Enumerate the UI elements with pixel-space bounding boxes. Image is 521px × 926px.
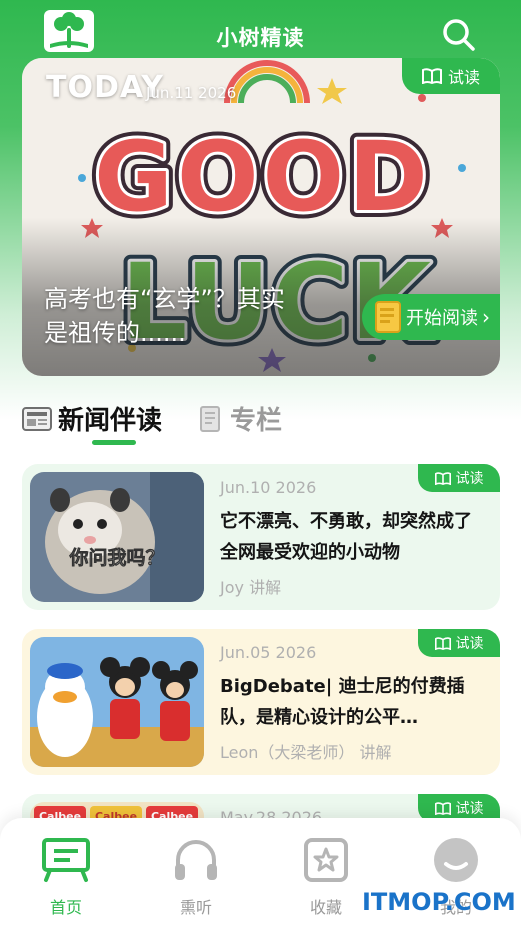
trial-badge: 试读 — [402, 58, 500, 94]
article-title: BigDebate| 迪士尼的付费插队，是精心设计的公平… — [220, 676, 465, 728]
nav-home-label: 首页 — [49, 898, 82, 917]
watermark-text: ITMOP.COM — [362, 888, 516, 916]
trial-badge: 试读 — [418, 629, 500, 657]
hero-caption-line: 高考也有“玄学”？其实 — [44, 285, 285, 313]
chevron-right-icon: › — [482, 305, 490, 329]
book-icon — [375, 301, 401, 333]
trial-badge-label: 试读 — [455, 636, 484, 652]
article-card[interactable]: 你问我吗？ Jun.10 2026 它不漂亮、不勇敢，却突然成了全网最受欢迎的小… — [22, 464, 500, 610]
trial-badge-label: 试读 — [455, 801, 484, 817]
featured-article-card[interactable]: GOOD GOOD GOOD . LUCK LUCK LUCK TODAY Ju… — [22, 58, 500, 376]
newspaper-icon — [22, 406, 52, 431]
trial-badge: 试读 — [418, 464, 500, 492]
content-tabs: 新闻伴读 专栏 — [22, 400, 502, 450]
disney-characters-image — [30, 637, 204, 767]
headphones-icon — [175, 840, 217, 880]
nav-listen[interactable]: 熏听 — [156, 836, 236, 918]
nav-favorites-label: 收藏 — [309, 898, 342, 917]
open-book-icon — [434, 801, 451, 815]
article-date: Jun.05 2026 — [220, 643, 317, 662]
svg-text:GOOD: GOOD — [94, 121, 432, 233]
article-thumbnail: 你问我吗？ — [30, 472, 204, 602]
trial-badge-label: 试读 — [447, 68, 480, 87]
thumb-caption: 你问我吗？ — [68, 546, 164, 569]
open-book-icon — [434, 471, 451, 485]
article-author: Leon（大梁老师） 讲解 — [220, 743, 392, 762]
tab-news-label: 新闻伴读 — [58, 406, 163, 436]
trial-badge-label: 试读 — [455, 471, 484, 487]
article-card[interactable]: Jun.05 2026 BigDebate| 迪士尼的付费插队，是精心设计的公平… — [22, 629, 500, 775]
start-reading-button[interactable]: 开始阅读 › — [362, 294, 500, 340]
hero-caption: 高考也有“玄学”？其实 是祖传的...... — [44, 282, 354, 350]
tab-news-reading[interactable]: 新闻伴读 — [22, 400, 162, 437]
nav-home[interactable]: 首页 — [26, 836, 106, 918]
article-date: Jun.10 2026 — [220, 478, 317, 497]
opossum-image: 你问我吗？ — [30, 472, 204, 602]
hero-caption-line: 是祖传的...... — [44, 319, 186, 347]
column-doc-icon — [200, 405, 220, 432]
nav-listen-label: 熏听 — [179, 898, 212, 917]
tab-column[interactable]: 专栏 — [196, 400, 282, 437]
hero-date: Jun.11 2026 — [146, 84, 237, 102]
open-book-icon — [434, 636, 451, 650]
start-reading-label: 开始阅读 — [406, 308, 478, 329]
search-icon[interactable] — [440, 16, 478, 54]
star-box-icon — [304, 838, 348, 882]
home-reading-icon — [42, 838, 90, 882]
article-title: 它不漂亮、不勇敢，却突然成了全网最受欢迎的小动物 — [220, 511, 472, 563]
avatar-icon — [434, 838, 478, 882]
open-book-icon — [421, 68, 442, 84]
active-tab-indicator — [92, 440, 136, 445]
article-author: Joy 讲解 — [220, 578, 282, 597]
tab-column-label: 专栏 — [230, 406, 283, 436]
nav-favorites[interactable]: 收藏 — [286, 836, 366, 918]
article-thumbnail — [30, 637, 204, 767]
